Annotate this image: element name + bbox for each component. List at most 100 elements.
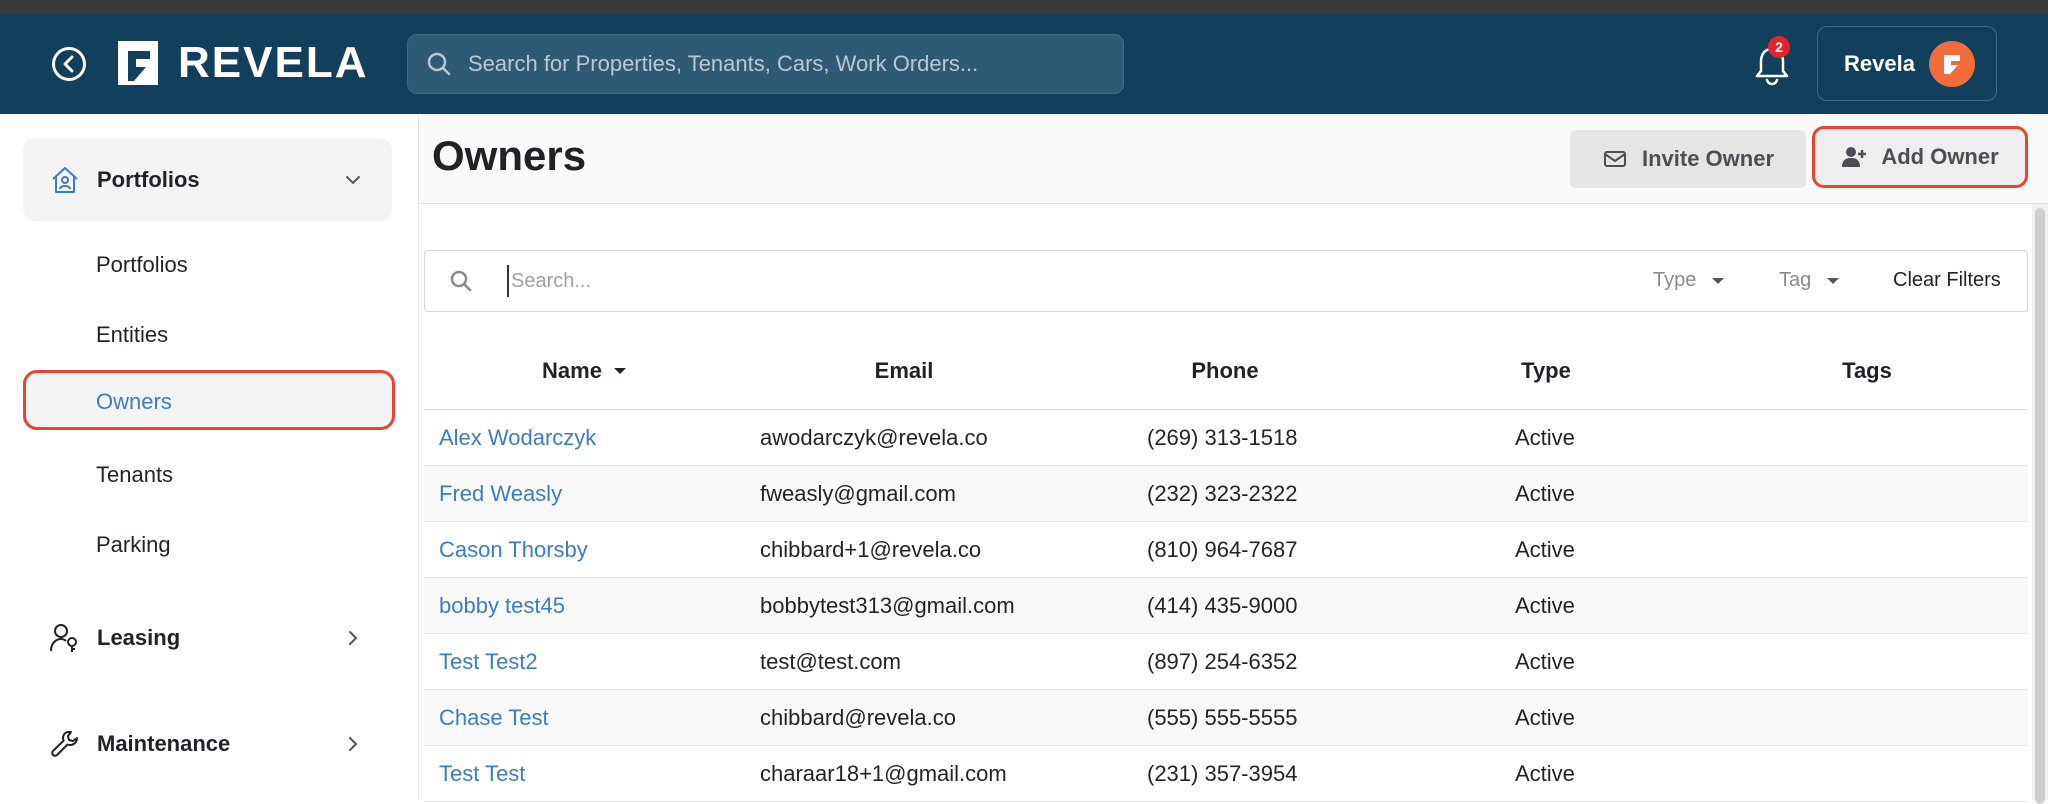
- invite-owner-button[interactable]: Invite Owner: [1570, 130, 1806, 188]
- back-button[interactable]: [52, 47, 86, 81]
- table-row[interactable]: Fred Weasly fweasly@gmail.com (232) 323-…: [424, 466, 2028, 522]
- chevron-down-icon: [346, 175, 360, 184]
- owner-type: Active: [1515, 537, 1575, 562]
- column-header-type[interactable]: Type: [1521, 358, 1571, 384]
- scrollbar[interactable]: [2032, 204, 2048, 804]
- column-header-label: Email: [874, 358, 934, 383]
- column-header-label: Phone: [1191, 358, 1259, 383]
- owner-email: test@test.com: [760, 649, 901, 674]
- owner-type: Active: [1515, 481, 1575, 506]
- sidebar-section-portfolios[interactable]: Portfolios: [23, 138, 392, 221]
- tag-filter-select[interactable]: Tag: [1779, 269, 1840, 292]
- global-search[interactable]: Search for Properties, Tenants, Cars, Wo…: [407, 34, 1124, 94]
- sidebar-item-portfolios[interactable]: Portfolios: [96, 252, 188, 278]
- chevron-right-icon: [349, 736, 358, 751]
- owner-name-link[interactable]: Cason Thorsby: [439, 537, 588, 563]
- owner-type: Active: [1515, 425, 1575, 450]
- mail-icon: [1603, 151, 1626, 167]
- table-row[interactable]: Cason Thorsby chibbard+1@revela.co (810)…: [424, 522, 2028, 578]
- owner-phone: (232) 323-2322: [1147, 481, 1298, 506]
- owner-email: bobbytest313@gmail.com: [760, 593, 1015, 618]
- sidebar-item-label: Owners: [96, 389, 172, 414]
- sort-caret-icon: [613, 368, 626, 374]
- page-title: Owners: [432, 132, 587, 179]
- sidebar-item-entities[interactable]: Entities: [96, 322, 168, 348]
- app-logo[interactable]: REVELA: [112, 37, 368, 89]
- owner-name-link[interactable]: Chase Test: [439, 705, 549, 731]
- owner-type: Active: [1515, 761, 1575, 786]
- wrench-icon: [51, 730, 78, 757]
- owner-phone: (810) 964-7687: [1147, 537, 1298, 562]
- page-header: Owners Invite Owner Add Owner: [420, 114, 2048, 204]
- owners-table: Name Email Phone Type Tags Alex Wodarczy…: [424, 334, 2028, 802]
- owner-email: chibbard@revela.co: [760, 705, 956, 730]
- tag-filter-label: Tag: [1779, 269, 1812, 291]
- owner-type: Active: [1515, 705, 1575, 730]
- sidebar-item-tenants[interactable]: Tenants: [96, 462, 173, 488]
- owner-type: Active: [1515, 649, 1575, 674]
- table-header: Name Email Phone Type Tags: [424, 334, 2028, 410]
- revela-logo-icon: [118, 41, 158, 85]
- column-header-tags[interactable]: Tags: [1842, 358, 1892, 384]
- column-header-email[interactable]: Email: [875, 358, 934, 384]
- home-icon: [52, 166, 78, 193]
- add-owner-button[interactable]: Add Owner: [1812, 126, 2028, 188]
- type-filter-label: Type: [1653, 269, 1697, 291]
- chevron-right-icon: [349, 630, 358, 645]
- owner-name-link[interactable]: Test Test: [439, 761, 525, 787]
- add-user-icon: [1842, 147, 1867, 167]
- owner-email: charaar18+1@gmail.com: [760, 761, 1007, 786]
- sidebar-section-label: Maintenance: [97, 730, 231, 756]
- column-header-phone[interactable]: Phone: [1191, 358, 1258, 384]
- table-row[interactable]: Alex Wodarczyk awodarczyk@revela.co (269…: [424, 410, 2028, 466]
- filter-bar: Type Tag Clear Filters: [424, 250, 2028, 312]
- search-icon: [427, 52, 451, 76]
- logo-text: REVELA: [178, 38, 369, 87]
- clear-filters-button[interactable]: Clear Filters: [1893, 269, 2001, 292]
- owner-name-link[interactable]: Alex Wodarczyk: [439, 425, 596, 451]
- main-content: Owners Invite Owner Add Owner Type Tag C…: [420, 114, 2048, 804]
- sidebar-item-parking[interactable]: Parking: [96, 532, 171, 558]
- owner-email: chibbard+1@revela.co: [760, 537, 982, 562]
- add-owner-label: Add Owner: [1881, 144, 1999, 169]
- sidebar-item-owners[interactable]: Owners: [23, 370, 395, 430]
- invite-owner-label: Invite Owner: [1641, 146, 1775, 171]
- column-header-name[interactable]: Name: [542, 358, 626, 384]
- table-row[interactable]: bobby test45 bobbytest313@gmail.com (414…: [424, 578, 2028, 634]
- owner-phone: (414) 435-9000: [1147, 593, 1298, 618]
- owner-name-link[interactable]: Fred Weasly: [439, 481, 562, 507]
- owner-email: fweasly@gmail.com: [760, 481, 956, 506]
- owners-search-input[interactable]: [507, 265, 1307, 297]
- person-key-icon: [50, 623, 77, 652]
- owner-email: awodarczyk@revela.co: [760, 425, 988, 450]
- user-menu[interactable]: Revela: [1817, 26, 1997, 101]
- owner-type: Active: [1515, 593, 1575, 618]
- sidebar-section-maintenance[interactable]: Maintenance: [23, 702, 392, 785]
- owner-name-link[interactable]: Test Test2: [439, 649, 538, 675]
- notification-badge: 2: [1768, 36, 1790, 58]
- revela-avatar-icon: [1943, 54, 1960, 74]
- avatar: [1928, 40, 1975, 87]
- column-header-label: Name: [542, 358, 602, 383]
- owner-name-link[interactable]: bobby test45: [439, 593, 565, 619]
- app-header: REVELA Search for Properties, Tenants, C…: [0, 13, 2048, 114]
- type-filter-select[interactable]: Type: [1653, 269, 1725, 292]
- owner-phone: (269) 313-1518: [1147, 425, 1298, 450]
- caret-down-icon: [1712, 277, 1725, 284]
- top-strip: [0, 0, 2048, 13]
- table-row[interactable]: Test Test2 test@test.com (897) 254-6352 …: [424, 634, 2028, 690]
- table-row[interactable]: Chase Test chibbard@revela.co (555) 555-…: [424, 690, 2028, 746]
- global-search-placeholder: Search for Properties, Tenants, Cars, Wo…: [468, 51, 979, 76]
- caret-down-icon: [1827, 277, 1840, 284]
- owner-phone: (231) 357-3954: [1147, 761, 1298, 786]
- owner-phone: (555) 555-5555: [1147, 705, 1298, 730]
- sidebar-section-label: Leasing: [97, 624, 181, 650]
- scrollbar-thumb[interactable]: [2035, 208, 2045, 804]
- owner-phone: (897) 254-6352: [1147, 649, 1298, 674]
- table-row[interactable]: Test Test charaar18+1@gmail.com (231) 35…: [424, 746, 2028, 802]
- column-header-label: Tags: [1842, 358, 1892, 383]
- sidebar-section-leasing[interactable]: Leasing: [23, 596, 392, 679]
- sidebar-section-label: Portfolios: [97, 166, 200, 192]
- sidebar: Portfolios Portfolios Entities Owners Te…: [0, 114, 419, 800]
- column-header-label: Type: [1521, 358, 1571, 383]
